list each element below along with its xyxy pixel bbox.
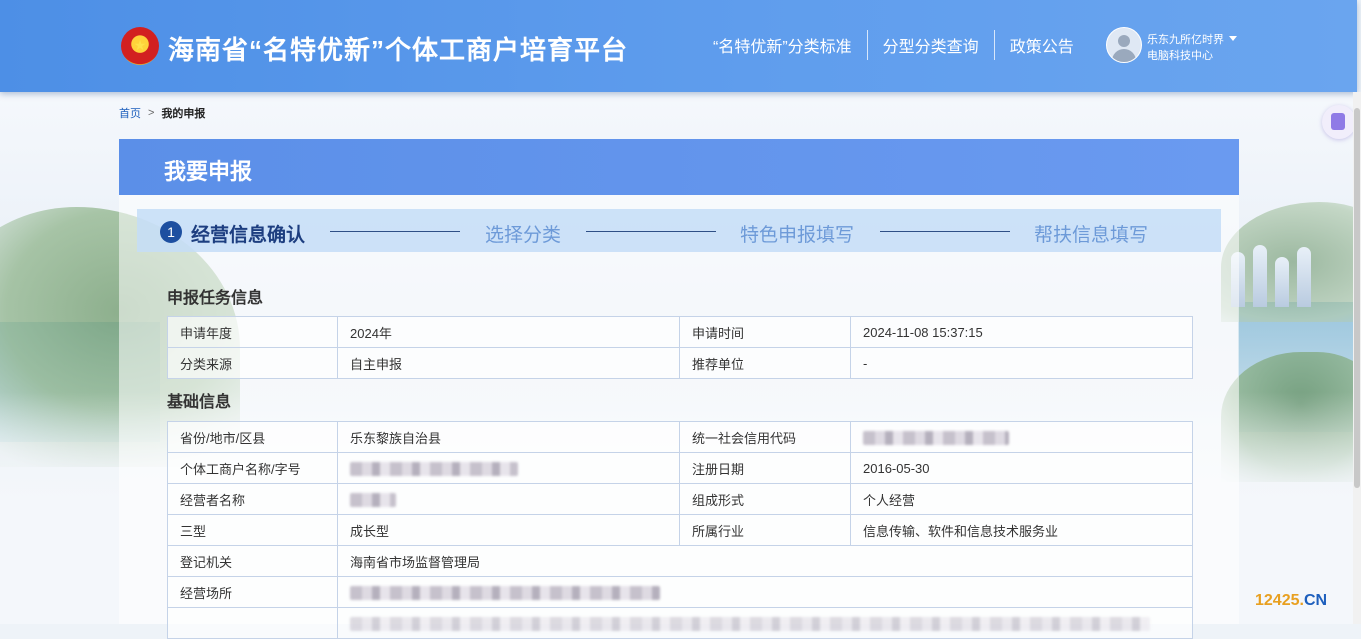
scrollbar-thumb[interactable] [1354,108,1360,488]
table-row: 申请年度 2024年 申请时间 2024-11-08 15:37:15 [167,316,1193,348]
section-title-task-info: 申报任务信息 [167,290,264,307]
panel-title: 我要申报 [164,159,253,184]
chevron-down-icon[interactable] [1229,36,1237,41]
cell-label: 申请年度 [167,316,338,348]
user-org[interactable]: 电脑科技中心 [1147,47,1213,63]
cell-label: 经营者名称 [167,483,338,515]
table-row: 经营场所 [167,576,1193,608]
table-row: 经营者名称 组成形式 个人经营 [167,483,1193,515]
cell-value: 2016-05-30 [850,452,1193,484]
breadcrumb-current: 我的申报 [161,108,206,120]
national-emblem-icon: ★ [121,27,159,65]
cell-label: 注册日期 [679,452,851,484]
basic-info-table: 省份/地市/区县 乐东黎族自治县 统一社会信用代码 个体工商户名称/字号 注册日… [167,421,1193,639]
step-connector [880,231,1010,232]
cell-label: 省份/地市/区县 [167,421,338,453]
top-nav: “名特优新”分类标准 分型分类查询 政策公告 [698,30,1089,60]
declaration-panel: 我要申报 1 经营信息确认 选择分类 特色申报填写 帮扶信息填写 申报任务信息 … [119,139,1239,639]
cell-value: 个人经营 [850,483,1193,515]
cell-label: 登记机关 [167,545,338,577]
cell-label: 统一社会信用代码 [679,421,851,453]
nav-item-policy-notice[interactable]: 政策公告 [995,33,1089,57]
panel-header: 我要申报 [119,139,1239,195]
cell-value: 海南省市场监督管理局 [337,545,1193,577]
business-scope-redacted [337,607,1193,639]
credit-code-redacted [850,421,1193,453]
background-towers [1231,237,1331,307]
table-row: 个体工商户名称/字号 注册日期 2016-05-30 [167,452,1193,484]
table-row: 登记机关 海南省市场监督管理局 [167,545,1193,577]
cell-label [167,607,338,639]
cell-label: 三型 [167,514,338,546]
cell-label: 组成形式 [679,483,851,515]
cell-value: 自主申报 [337,347,680,379]
cell-value: 2024-11-08 15:37:15 [850,316,1193,348]
section-title-basic-info: 基础信息 [167,394,232,411]
cell-value: - [850,347,1193,379]
table-row [167,607,1193,639]
cell-value: 2024年 [337,316,680,348]
business-address-redacted [337,576,1193,608]
cell-label: 所属行业 [679,514,851,546]
cell-label: 分类来源 [167,347,338,379]
user-name[interactable]: 乐东九所亿时界 [1147,31,1224,47]
step-business-info: 经营信息确认 [191,225,306,246]
cell-label: 推荐单位 [679,347,851,379]
cell-label: 经营场所 [167,576,338,608]
floating-document-icon[interactable] [1322,105,1356,139]
step-connector [586,231,716,232]
task-info-table: 申请年度 2024年 申请时间 2024-11-08 15:37:15 分类来源… [167,316,1193,379]
business-name-redacted [337,452,680,484]
step-connector [330,231,460,232]
table-row: 三型 成长型 所属行业 信息传输、软件和信息技术服务业 [167,514,1193,546]
step-support-info: 帮扶信息填写 [1034,225,1149,246]
cell-value: 乐东黎族自治县 [337,421,680,453]
table-row: 分类来源 自主申报 推荐单位 - [167,347,1193,379]
chevron-right-icon: > [148,107,155,119]
step-select-category: 选择分类 [485,225,562,246]
step-number-badge: 1 [160,221,182,243]
nav-item-classification-standard[interactable]: “名特优新”分类标准 [698,33,867,57]
operator-name-redacted [337,483,680,515]
site-watermark: 12425.CN [1255,592,1328,609]
user-avatar[interactable] [1106,27,1142,63]
breadcrumb-home-link[interactable]: 首页 [119,105,141,121]
site-title: 海南省“名特优新”个体工商户培育平台 [168,35,629,65]
cell-label: 申请时间 [679,316,851,348]
step-feature-declaration: 特色申报填写 [740,225,855,246]
nav-item-classification-query[interactable]: 分型分类查询 [868,33,994,57]
top-header: ★ 海南省“名特优新”个体工商户培育平台 “名特优新”分类标准 分型分类查询 政… [0,0,1357,92]
cell-label: 个体工商户名称/字号 [167,452,338,484]
table-row: 省份/地市/区县 乐东黎族自治县 统一社会信用代码 [167,421,1193,453]
page-scrollbar[interactable] [1353,92,1361,624]
cell-value: 信息传输、软件和信息技术服务业 [850,514,1193,546]
breadcrumb: 首页 > 我的申报 [119,105,205,121]
step-indicator: 1 经营信息确认 选择分类 特色申报填写 帮扶信息填写 [137,209,1221,252]
cell-value: 成长型 [337,514,680,546]
